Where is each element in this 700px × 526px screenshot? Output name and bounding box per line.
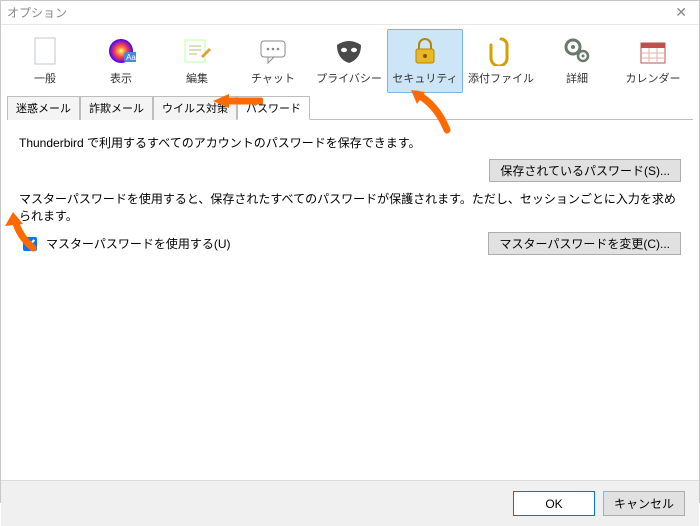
tab-label: ウイルス対策	[162, 103, 228, 115]
tab-passwords[interactable]: パスワード	[237, 96, 310, 120]
tab-label: 迷惑メール	[16, 103, 71, 115]
category-label: 一般	[8, 70, 82, 86]
tab-scam[interactable]: 詐欺メール	[80, 96, 153, 120]
category-calendar[interactable]: カレンダー	[615, 29, 691, 93]
close-icon[interactable]: ✕	[669, 4, 693, 21]
ok-button[interactable]: OK	[513, 491, 595, 516]
dialog-footer: OK キャンセル	[1, 480, 699, 526]
category-advanced[interactable]: 詳細	[539, 29, 615, 93]
chat-icon	[236, 34, 310, 68]
category-attachments[interactable]: 添付ファイル	[463, 29, 539, 93]
mask-icon	[312, 34, 386, 68]
calendar-icon	[616, 34, 690, 68]
titlebar: オプション ✕	[1, 1, 699, 25]
use-master-password-checkbox[interactable]	[23, 237, 37, 251]
content-pane: Thunderbird で利用するすべてのアカウントのパスワードを保存できます。…	[1, 120, 699, 480]
category-display[interactable]: Aa 表示	[83, 29, 159, 93]
paperclip-icon	[464, 34, 538, 68]
desc-text-2: マスターパスワードを使用すると、保存されたすべてのパスワードが保護されます。ただ…	[19, 190, 681, 224]
use-master-password-label[interactable]: マスターパスワードを使用する(U)	[46, 235, 231, 252]
category-label: チャット	[236, 70, 310, 86]
palette-icon: Aa	[84, 34, 158, 68]
window-title: オプション	[7, 4, 67, 21]
category-label: プライバシー	[312, 70, 386, 86]
category-label: 添付ファイル	[464, 70, 538, 86]
compose-icon	[160, 34, 234, 68]
tab-label: パスワード	[246, 103, 301, 115]
category-label: セキュリティ	[388, 70, 462, 86]
desc-text-1: Thunderbird で利用するすべてのアカウントのパスワードを保存できます。	[19, 134, 421, 151]
category-security[interactable]: セキュリティ	[387, 29, 463, 93]
category-toolbar: 一般 Aa 表示 編集 チャット プライバシー セキュリティ 添付ファイル	[1, 25, 699, 93]
category-chat[interactable]: チャット	[235, 29, 311, 93]
category-label: 詳細	[540, 70, 614, 86]
category-label: カレンダー	[616, 70, 690, 86]
tab-label: 詐欺メール	[89, 103, 144, 115]
tab-antivirus[interactable]: ウイルス対策	[153, 96, 237, 120]
category-general[interactable]: 一般	[7, 29, 83, 93]
svg-text:Aa: Aa	[126, 53, 136, 62]
page-icon	[8, 34, 82, 68]
category-label: 表示	[84, 70, 158, 86]
tab-junk[interactable]: 迷惑メール	[7, 96, 80, 120]
gear-icon	[540, 34, 614, 68]
saved-passwords-button[interactable]: 保存されているパスワード(S)...	[489, 159, 681, 182]
change-master-password-button[interactable]: マスターパスワードを変更(C)...	[488, 232, 681, 255]
lock-icon	[388, 34, 462, 68]
category-privacy[interactable]: プライバシー	[311, 29, 387, 93]
sub-tabbar: 迷惑メール 詐欺メール ウイルス対策 パスワード	[7, 95, 693, 120]
cancel-button[interactable]: キャンセル	[603, 491, 685, 516]
category-compose[interactable]: 編集	[159, 29, 235, 93]
category-label: 編集	[160, 70, 234, 86]
